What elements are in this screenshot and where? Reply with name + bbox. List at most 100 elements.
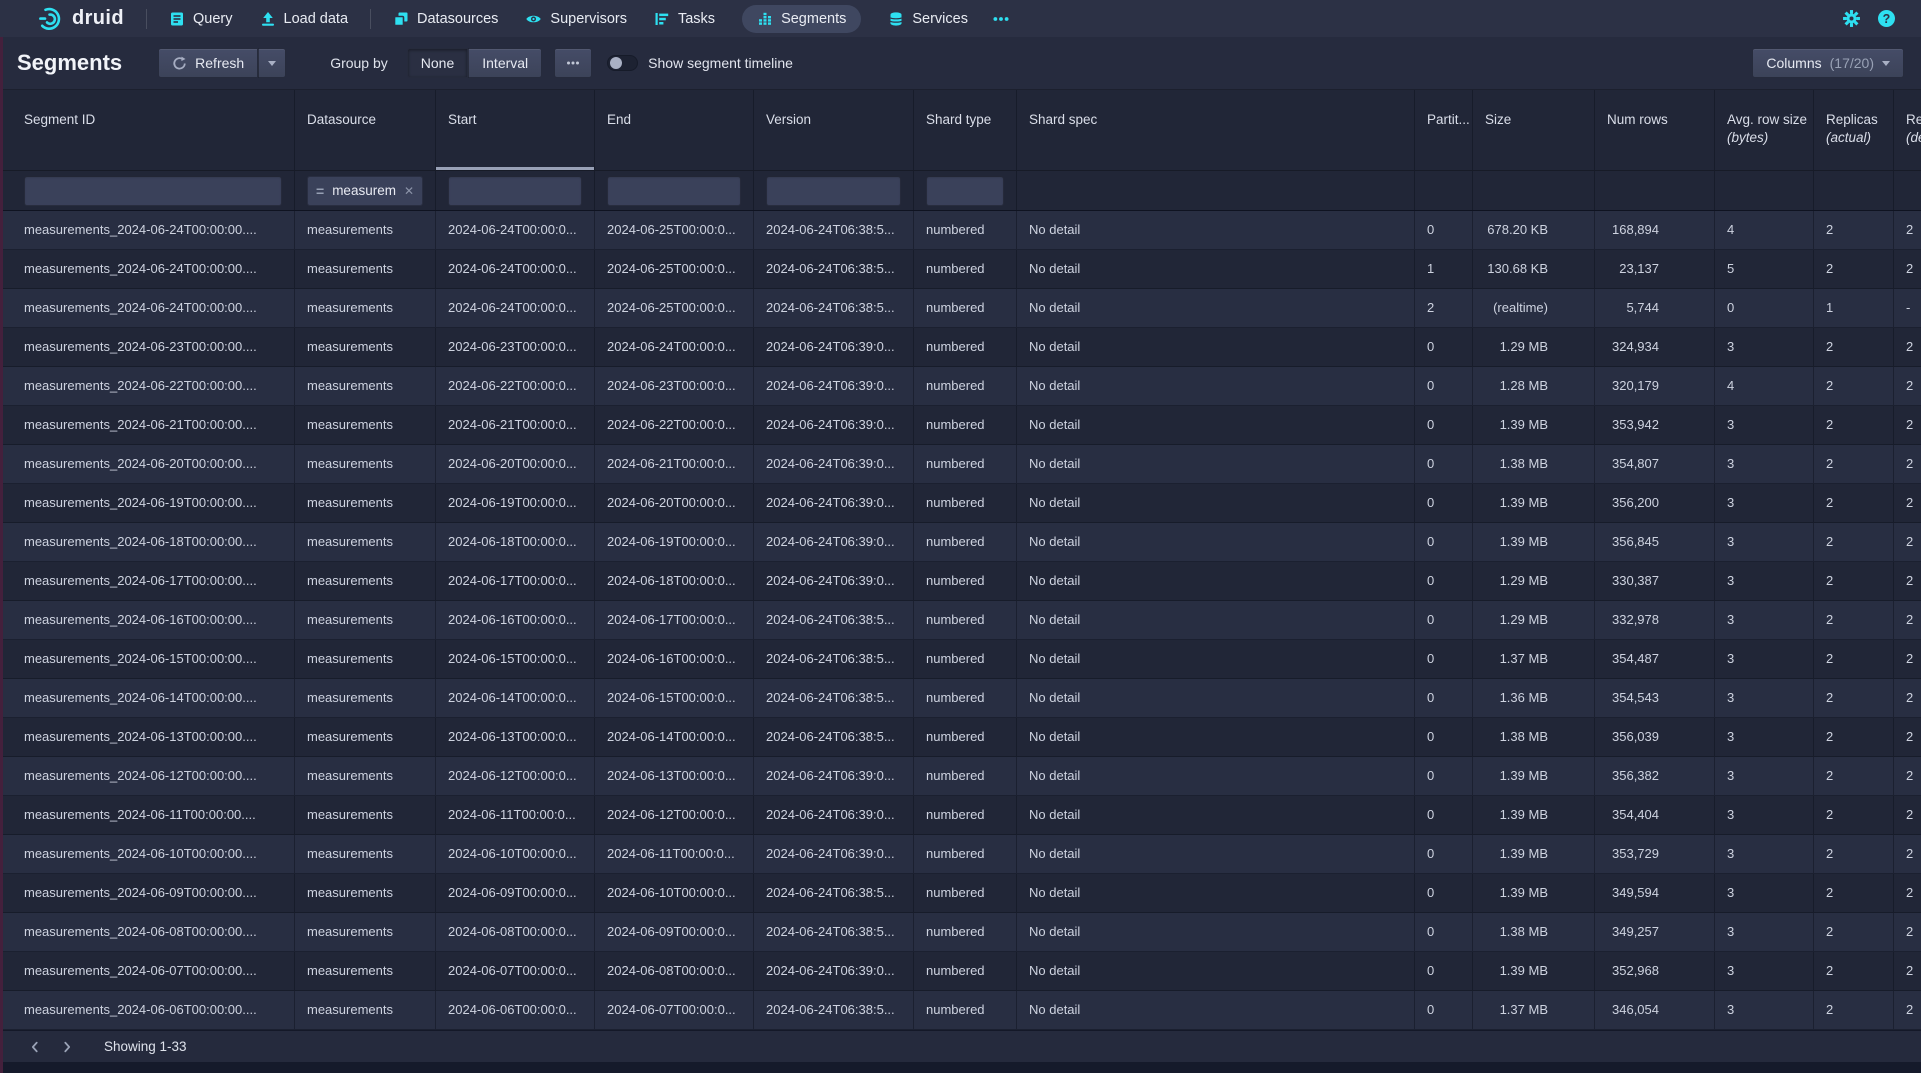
cell-end: 2024-06-15T00:00:0... [595, 679, 754, 717]
table-row[interactable]: measurements_2024-06-22T00:00:00....meas… [0, 367, 1921, 406]
cell-end: 2024-06-20T00:00:0... [595, 484, 754, 522]
column-header-size[interactable]: Size [1473, 90, 1595, 170]
table-row[interactable]: measurements_2024-06-07T00:00:00....meas… [0, 952, 1921, 991]
filter-input-version[interactable] [766, 176, 901, 206]
table-row[interactable]: measurements_2024-06-12T00:00:00....meas… [0, 757, 1921, 796]
settings-gear-icon[interactable] [1842, 9, 1861, 28]
group-by-interval-button[interactable]: Interval [468, 48, 542, 78]
table-row[interactable]: measurements_2024-06-20T00:00:00....meas… [0, 445, 1921, 484]
column-header-num_rows[interactable]: Num rows [1595, 90, 1715, 170]
table-row[interactable]: measurements_2024-06-16T00:00:00....meas… [0, 601, 1921, 640]
table-filter-row: =measurem✕ [0, 171, 1921, 211]
refresh-button[interactable]: Refresh [158, 48, 258, 78]
column-label: Segment ID [24, 112, 282, 127]
cell-version: 2024-06-24T06:39:0... [754, 757, 914, 795]
cell-partition: 2 [1415, 289, 1473, 327]
nav-item-datasources[interactable]: Datasources [393, 11, 498, 27]
table-row[interactable]: measurements_2024-06-24T00:00:00....meas… [0, 211, 1921, 250]
druid-logo[interactable]: druid [37, 6, 124, 32]
cell-datasource: measurements [295, 991, 436, 1029]
filter-input-shard_type[interactable] [926, 176, 1004, 206]
nav-item-load-data[interactable]: Load data [260, 11, 349, 27]
segment-timeline-toggle[interactable] [607, 55, 638, 71]
cell-replication_factor: 2 [1894, 874, 1921, 912]
remove-filter-icon[interactable]: ✕ [404, 184, 414, 198]
column-header-replication_factor[interactable]: Replication factor(desired) [1894, 90, 1921, 170]
table-row[interactable]: measurements_2024-06-23T00:00:00....meas… [0, 328, 1921, 367]
column-header-replicas[interactable]: Replicas(actual) [1814, 90, 1894, 170]
group-by-label: Group by [330, 55, 388, 71]
previous-page-button[interactable] [22, 1034, 48, 1060]
more-options-button[interactable] [554, 48, 592, 78]
table-row[interactable]: measurements_2024-06-17T00:00:00....meas… [0, 562, 1921, 601]
nav-item-query[interactable]: Query [169, 11, 233, 27]
table-row[interactable]: measurements_2024-06-13T00:00:00....meas… [0, 718, 1921, 757]
horizontal-scrollbar-track[interactable] [0, 1062, 1921, 1073]
column-header-shard_spec[interactable]: Shard spec [1017, 90, 1415, 170]
nav-item-label: Supervisors [550, 11, 627, 27]
nav-item-services[interactable]: Services [888, 11, 968, 27]
next-page-button[interactable] [54, 1034, 80, 1060]
more-nav-icon[interactable] [992, 10, 1010, 28]
cell-size: 1.29 MB [1473, 328, 1595, 366]
column-header-version[interactable]: Version [754, 90, 914, 170]
table-row[interactable]: measurements_2024-06-10T00:00:00....meas… [0, 835, 1921, 874]
column-header-datasource[interactable]: Datasource [295, 90, 436, 170]
cell-datasource: measurements [295, 211, 436, 249]
cell-avg_row_size: 3 [1715, 874, 1814, 912]
table-row[interactable]: measurements_2024-06-11T00:00:00....meas… [0, 796, 1921, 835]
cell-shard_spec: No detail [1017, 757, 1415, 795]
cell-partition: 0 [1415, 601, 1473, 639]
cell-end: 2024-06-25T00:00:0... [595, 211, 754, 249]
cell-end: 2024-06-14T00:00:0... [595, 718, 754, 756]
column-header-segment_id[interactable]: Segment ID [12, 90, 295, 170]
cell-shard_spec: No detail [1017, 913, 1415, 951]
nav-item-segments[interactable]: Segments [742, 5, 861, 33]
columns-button[interactable]: Columns (17/20) [1752, 48, 1904, 78]
cell-version: 2024-06-24T06:39:0... [754, 406, 914, 444]
column-header-avg_row_size[interactable]: Avg. row size(bytes) [1715, 90, 1814, 170]
refresh-dropdown-button[interactable] [258, 48, 286, 78]
cell-segment_id: measurements_2024-06-08T00:00:00.... [12, 913, 295, 951]
nav-item-label: Query [193, 11, 233, 27]
cell-shard_spec: No detail [1017, 211, 1415, 249]
cell-size: 1.37 MB [1473, 640, 1595, 678]
nav-item-supervisors[interactable]: Supervisors [525, 11, 627, 27]
cell-shard_type: numbered [914, 289, 1017, 327]
columns-count: (17/20) [1830, 55, 1874, 71]
filter-input-segment_id[interactable] [24, 176, 282, 206]
group-by-none-button[interactable]: None [407, 48, 468, 78]
pagination-bar: Showing 1-33 [0, 1030, 1921, 1062]
cell-start: 2024-06-20T00:00:0... [436, 445, 595, 483]
table-row[interactable]: measurements_2024-06-14T00:00:00....meas… [0, 679, 1921, 718]
cell-avg_row_size: 3 [1715, 562, 1814, 600]
cell-replicas: 2 [1814, 211, 1894, 249]
nav-item-label: Segments [781, 11, 846, 27]
table-row[interactable]: measurements_2024-06-24T00:00:00....meas… [0, 289, 1921, 328]
table-row[interactable]: measurements_2024-06-06T00:00:00....meas… [0, 991, 1921, 1030]
nav-item-tasks[interactable]: Tasks [654, 11, 715, 27]
cell-segment_id: measurements_2024-06-19T00:00:00.... [12, 484, 295, 522]
navbar-divider [370, 9, 371, 29]
help-icon[interactable]: ? [1878, 10, 1895, 27]
table-row[interactable]: measurements_2024-06-09T00:00:00....meas… [0, 874, 1921, 913]
column-header-end[interactable]: End [595, 90, 754, 170]
filter-input-end[interactable] [607, 176, 741, 206]
column-header-partition[interactable]: Partit... [1415, 90, 1473, 170]
filter-input-start[interactable] [448, 176, 582, 206]
table-row[interactable]: measurements_2024-06-24T00:00:00....meas… [0, 250, 1921, 289]
cell-end: 2024-06-08T00:00:0... [595, 952, 754, 990]
column-header-shard_type[interactable]: Shard type [914, 90, 1017, 170]
column-header-start[interactable]: Start [436, 90, 595, 170]
cell-replication_factor: 2 [1894, 562, 1921, 600]
table-row[interactable]: measurements_2024-06-08T00:00:00....meas… [0, 913, 1921, 952]
cell-num_rows: 352,968 [1595, 952, 1715, 990]
cell-replication_factor: 2 [1894, 640, 1921, 678]
supervisors-icon [525, 11, 542, 27]
table-row[interactable]: measurements_2024-06-19T00:00:00....meas… [0, 484, 1921, 523]
datasource-filter-tag[interactable]: =measurem✕ [307, 176, 423, 206]
table-row[interactable]: measurements_2024-06-15T00:00:00....meas… [0, 640, 1921, 679]
chevron-down-icon [268, 61, 276, 66]
table-row[interactable]: measurements_2024-06-18T00:00:00....meas… [0, 523, 1921, 562]
table-row[interactable]: measurements_2024-06-21T00:00:00....meas… [0, 406, 1921, 445]
